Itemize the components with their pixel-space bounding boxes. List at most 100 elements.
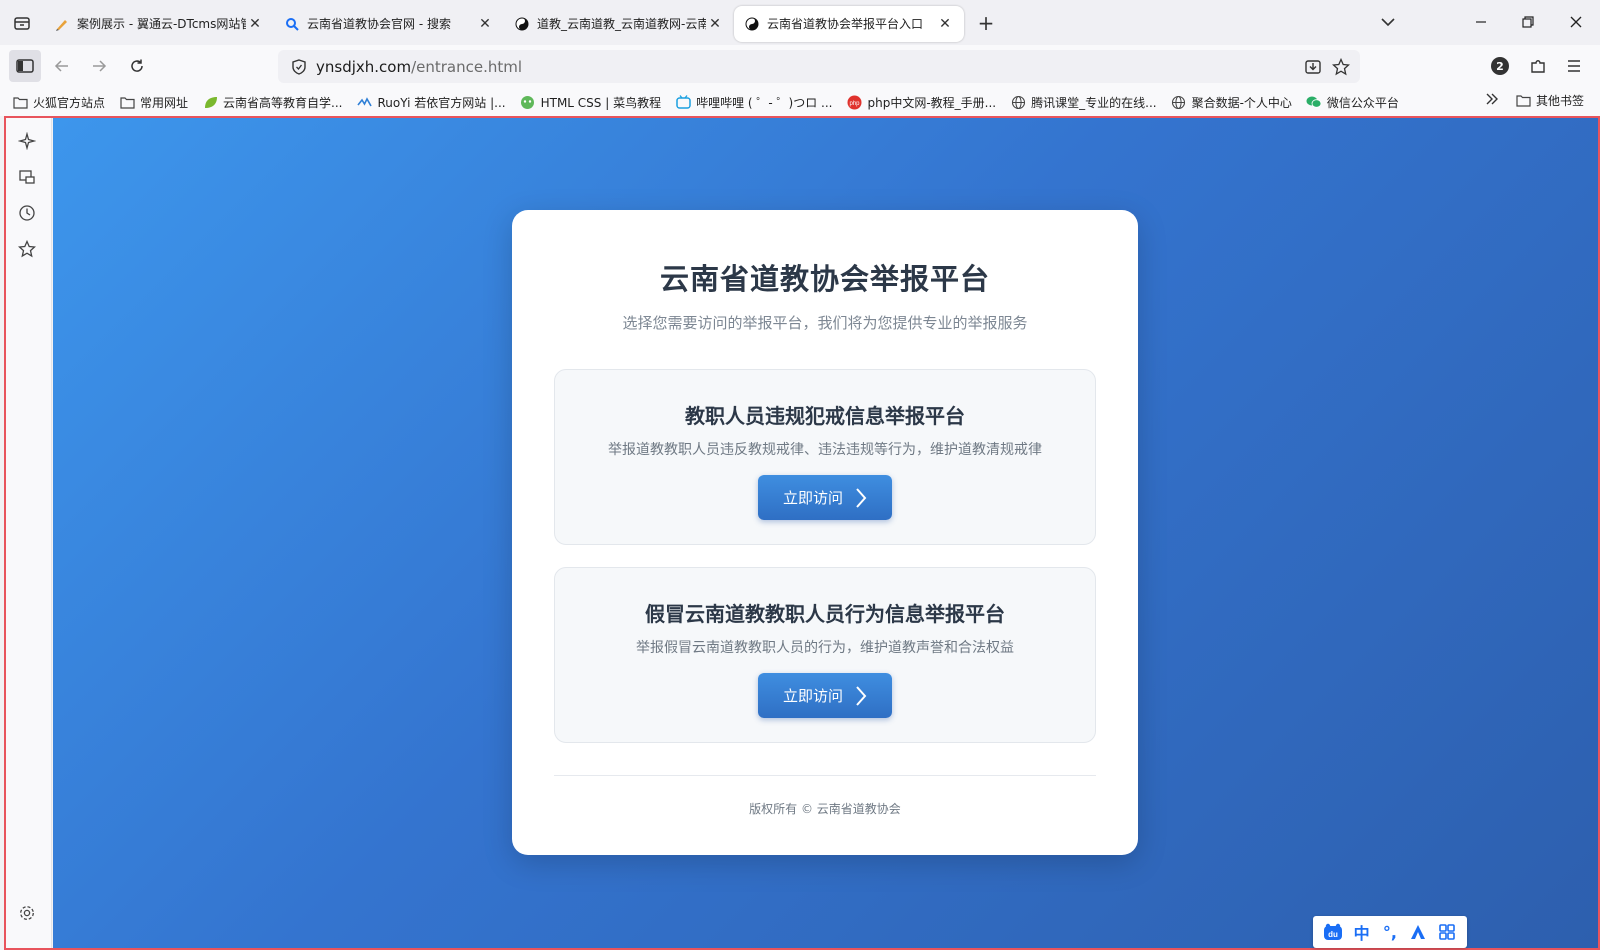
tab-list-icon [14,16,30,30]
yinyang-icon [514,16,530,32]
page-title: 云南省道教协会举报平台 [659,262,990,296]
ruoyi-icon [356,94,372,110]
extensions-button[interactable] [1522,50,1554,82]
bookmark-label: HTML CSS | 菜鸟教程 [540,95,662,110]
account-notification-button[interactable]: 2 [1484,50,1516,82]
folder-icon [12,94,28,110]
content-frame: 云南省道教协会举报平台 选择您需要访问的举报平台，我们将为您提供专业的举报服务 … [4,116,1600,950]
ai-chat-icon[interactable] [16,130,38,152]
bookmark-item[interactable]: 微信公众平台 [1306,94,1399,111]
bookmarks-star-icon[interactable] [16,238,38,260]
platform-description: 举报道教教职人员违反教规戒律、违法违规等行为，维护道教清规戒律 [608,442,1042,458]
wechat-icon [1306,94,1322,110]
bookmark-label: 微信公众平台 [1326,95,1399,110]
bookmark-item[interactable]: 哔哩哔哩 ( ゜- ゜)つロ ... [675,94,833,111]
back-button[interactable] [46,50,78,82]
ime-skin-icon[interactable] [1406,920,1430,944]
close-icon [1570,16,1582,28]
shield-icon[interactable] [284,58,314,75]
tab-title: 道教_云南道教_云南道教网-云南 [537,17,706,31]
bookmark-label: 云南省高等教育自学... [223,95,343,110]
other-bookmarks-folder[interactable]: 其他书签 [1516,92,1584,109]
bookmark-star-icon[interactable] [1331,57,1351,80]
minimize-button[interactable] [1466,10,1496,34]
other-bookmarks-label: 其他书签 [1536,94,1585,108]
tab-close-button[interactable]: ✕ [936,16,954,32]
sidebar-settings-gear-icon[interactable] [16,902,38,924]
ime-punctuation-toggle[interactable]: °, [1378,920,1402,944]
bookmark-item[interactable]: 云南省高等教育自学... [202,94,342,111]
tab-title: 云南省道教协会官网 - 搜索 [307,17,451,31]
yinyang-icon [744,16,760,32]
leaf-icon [202,94,218,110]
arrow-right-icon [93,60,107,72]
tab-list-button[interactable] [0,0,44,45]
tab-search[interactable]: 云南省道教协会官网 - 搜索 ✕ [274,6,504,42]
bookmark-item[interactable]: 常用网址 [119,94,188,111]
bookmark-label: RuoYi 若依官方网站 |... [377,95,506,110]
svg-text:php: php [849,101,860,107]
bookmark-label: 火狐官方站点 [33,95,106,110]
url-path: /entrance.html [411,57,523,76]
tab-report-platform[interactable]: 云南省道教协会举报平台入口 ✕ [734,5,964,42]
tab-dtcms[interactable]: 案例展示 - 翼通云-DTcms网站管 ✕ [44,6,274,42]
download-page-icon[interactable] [1304,58,1322,80]
bookmark-label: 聚合数据-个人中心 [1191,95,1292,110]
page-subtitle: 选择您需要访问的举报平台，我们将为您提供专业的举报服务 [622,314,1028,332]
puzzle-icon [1531,60,1545,73]
chevron-right-icon [855,685,867,707]
list-all-tabs-button[interactable] [1378,12,1398,32]
synced-tabs-icon[interactable] [16,166,38,188]
bookmark-item[interactable]: 腾讯课堂_专业的在线... [1010,94,1157,111]
search-icon [284,16,300,32]
bookmark-item[interactable]: RuoYi 若依官方网站 |... [356,94,506,111]
tab-close-button[interactable]: ✕ [246,16,264,32]
visit-misconduct-platform-button[interactable]: 立即访问 [758,475,892,520]
bookmark-item[interactable]: HTML CSS | 菜鸟教程 [520,94,662,111]
reload-icon [131,59,143,72]
baidu-ime-logo-icon[interactable]: du [1321,920,1345,944]
footer-divider [554,775,1096,776]
hamburger-menu-icon [1568,60,1580,72]
forward-button[interactable] [83,50,115,82]
ime-grid-menu-icon[interactable] [1435,920,1459,944]
tab-title: 案例展示 - 翼通云-DTcms网站管 [77,17,246,31]
new-tab-button[interactable]: + [968,5,1004,41]
chevron-down-icon [1381,18,1395,27]
restore-button[interactable] [1513,10,1543,34]
runoob-icon [520,94,536,110]
pen-icon [54,16,70,32]
bookmarks-overflow-button[interactable] [1485,92,1499,106]
sidebar-rail [6,118,52,948]
bookmark-item[interactable]: 火狐官方站点 [12,94,105,111]
tab-close-button[interactable]: ✕ [706,16,724,32]
app-menu-button[interactable] [1558,50,1590,82]
bookmark-label: 腾讯课堂_专业的在线... [1031,95,1157,110]
chevron-right-icon [855,487,867,509]
history-icon[interactable] [16,202,38,224]
globe-icon [1010,94,1026,110]
visit-impersonation-platform-button[interactable]: 立即访问 [758,673,892,718]
bookmark-item[interactable]: 聚合数据-个人中心 [1171,94,1292,111]
url-text[interactable]: ynsdjxh.com/entrance.html [316,58,522,76]
address-bar[interactable]: ynsdjxh.com/entrance.html [278,50,1360,83]
folder-icon [1516,93,1532,109]
bookmark-item[interactable]: php php中文网-教程_手册... [847,94,996,111]
tab-daojiao[interactable]: 道教_云南道教_云南道教网-云南 ✕ [504,6,734,42]
bilibili-icon [675,94,691,110]
restore-icon [1522,16,1534,28]
copyright-text: 版权所有 © 云南省道教协会 [749,802,901,816]
ime-mode-toggle[interactable]: 中 [1350,920,1374,944]
sidebar-toggle-button[interactable] [9,50,41,82]
tab-title: 云南省道教协会举报平台入口 [767,17,924,31]
platform-title: 假冒云南道教教职人员行为信息举报平台 [645,602,1005,626]
platform-description: 举报假冒云南道教教职人员的行为，维护道教声誉和合法权益 [636,640,1014,656]
reload-button[interactable] [121,50,153,82]
sidebar-icon [16,59,34,73]
minimize-icon [1476,21,1486,23]
entrance-card: 云南省道教协会举报平台 选择您需要访问的举报平台，我们将为您提供专业的举报服务 … [512,210,1138,855]
tab-close-button[interactable]: ✕ [476,16,494,32]
notification-badge: 2 [1491,57,1509,75]
window-close-button[interactable] [1561,10,1591,34]
platform-card-misconduct: 教职人员违规犯戒信息举报平台 举报道教教职人员违反教规戒律、违法违规等行为，维护… [554,369,1096,545]
